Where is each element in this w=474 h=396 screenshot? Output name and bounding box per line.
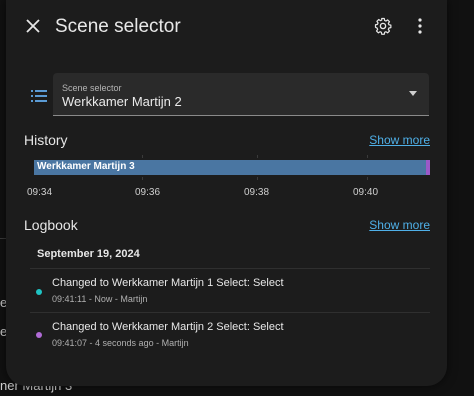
scene-select[interactable]: Scene selector Werkkamer Martijn 2	[53, 73, 429, 116]
scene-select-label: Scene selector	[62, 83, 122, 93]
timeline-tick-label: 09:36	[135, 187, 161, 198]
logbook-divider	[30, 312, 430, 313]
timeline-tick-label: 09:38	[244, 187, 270, 198]
logbook-entry-title: Changed to Werkkamer Martijn 1 Select: S…	[52, 277, 284, 289]
dialog-title: Scene selector	[55, 16, 181, 37]
logbook-entry-title: Changed to Werkkamer Martijn 2 Select: S…	[52, 321, 284, 333]
list-icon	[31, 89, 47, 108]
scene-select-value: Werkkamer Martijn 2	[62, 94, 182, 109]
close-button[interactable]	[15, 10, 51, 46]
gear-icon	[374, 17, 392, 40]
logbook-show-more-link[interactable]: Show more	[369, 218, 430, 232]
settings-button[interactable]	[365, 10, 401, 46]
logbook-entry-meta: 09:41:07 - 4 seconds ago - Martijn	[52, 338, 189, 348]
close-icon	[26, 18, 40, 38]
status-dot-icon	[36, 289, 42, 295]
history-timeline-label: Werkkamer Martijn 3	[37, 161, 135, 172]
dialog-header: Scene selector	[6, 0, 447, 56]
logbook-entry-meta: 09:41:11 - Now - Martijn	[52, 294, 148, 304]
more-vert-icon	[417, 17, 423, 39]
logbook-divider	[30, 268, 430, 269]
history-show-more-link[interactable]: Show more	[369, 133, 430, 147]
history-timeline-bar-end[interactable]	[426, 160, 430, 175]
timeline-tick-label: 09:40	[353, 187, 379, 198]
scene-selector-dialog: Scene selector Scene selector Werkkamer …	[6, 0, 447, 386]
more-options-button[interactable]	[402, 10, 438, 46]
logbook-date: September 19, 2024	[37, 248, 140, 260]
logbook-title: Logbook	[24, 217, 78, 233]
timeline-tick-label: 09:34	[27, 187, 53, 198]
history-title: History	[24, 132, 68, 148]
chevron-down-icon	[409, 91, 417, 96]
status-dot-icon	[36, 332, 42, 338]
